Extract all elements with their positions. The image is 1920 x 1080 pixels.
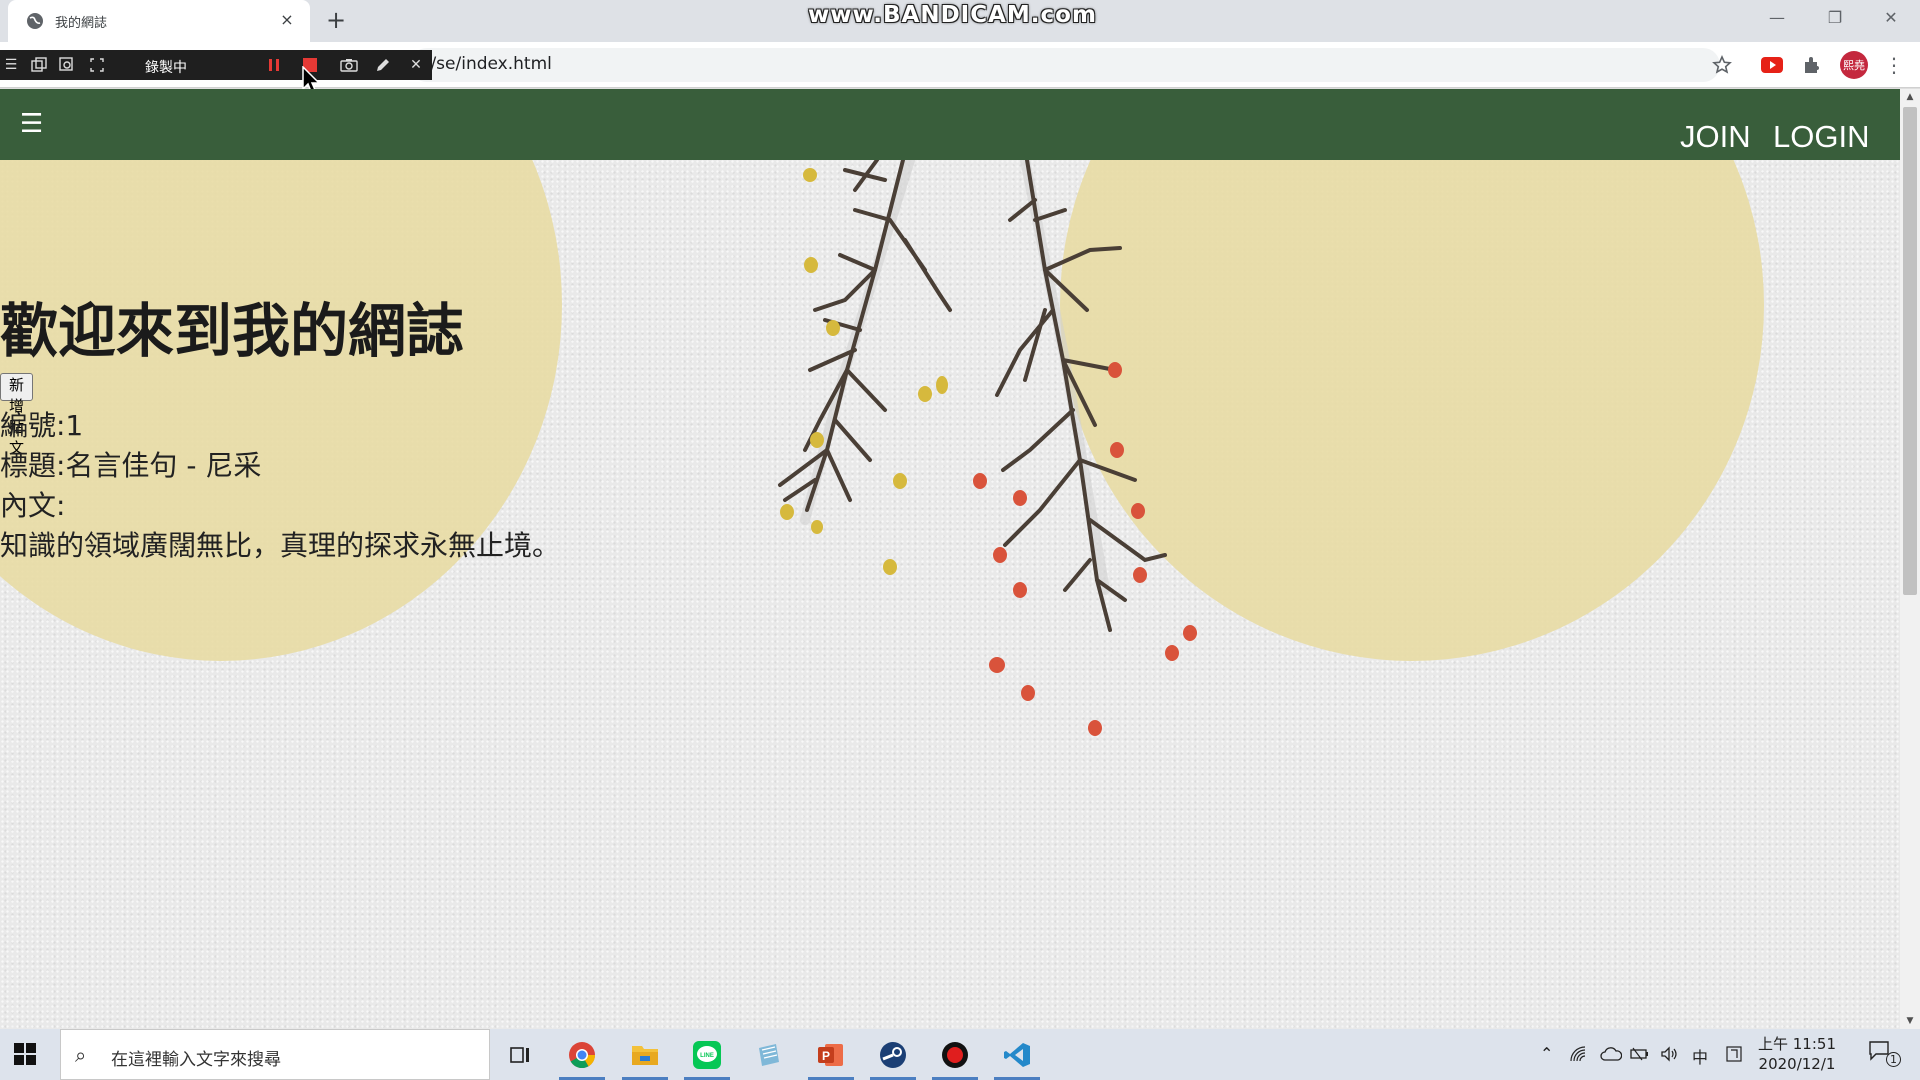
browser-tab[interactable]: 我的網誌 × (8, 0, 310, 42)
svg-text:P: P (822, 1049, 830, 1063)
tab-title: 我的網誌 (55, 16, 108, 31)
windows-taskbar: ⌕ 在這裡輸入文字來搜尋 LINE P ⌃ 中 上午 11:51 2020/12… (0, 1029, 1920, 1080)
tab-strip: 我的網誌 × + www.BANDICAM.com — ❐ ✕ (0, 0, 1920, 42)
onedrive-cloud-icon[interactable] (1600, 1047, 1622, 1061)
minimize-button[interactable]: — (1748, 0, 1806, 38)
url-text[interactable]: e/se/index.html (420, 54, 552, 74)
post-id: 編號:1 (0, 409, 84, 442)
clock-time: 上午 11:51 (1758, 1035, 1836, 1053)
site-navbar: ☰ JOIN LOGIN (0, 89, 1900, 160)
extensions-puzzle-icon[interactable] (1798, 51, 1826, 79)
battery-power-icon[interactable] (1630, 1046, 1650, 1062)
network-icon[interactable] (1570, 1046, 1588, 1062)
ime-indicator[interactable]: 中 (1692, 1044, 1708, 1068)
chrome-menu-icon[interactable]: ⋮ (1880, 51, 1908, 79)
login-link[interactable]: LOGIN (1773, 119, 1869, 155)
recording-status: 錄製中 (145, 60, 187, 76)
fullscreen-mode-icon[interactable] (84, 50, 110, 80)
new-tab-button[interactable]: + (322, 7, 350, 35)
globe-icon (27, 13, 43, 29)
address-bar[interactable] (410, 48, 1720, 82)
bandicam-icon[interactable] (930, 1029, 980, 1080)
line-icon[interactable]: LINE (682, 1029, 732, 1080)
pencil-icon[interactable] (370, 50, 396, 80)
search-placeholder: 在這裡輸入文字來搜尋 (111, 1050, 281, 1070)
new-post-button[interactable]: 新增貼文 (0, 373, 34, 457)
svg-text:LINE: LINE (700, 1053, 714, 1059)
window-mode-icon[interactable] (26, 50, 52, 80)
page-viewport: ☰ JOIN LOGIN 歡迎來到我的網誌 新增貼文 編號:1 標題:名言佳句 … (0, 89, 1900, 1029)
windows-start-icon[interactable] (14, 1043, 36, 1065)
task-view-icon[interactable] (495, 1029, 545, 1080)
region-mode-icon[interactable] (54, 50, 80, 80)
vscode-icon[interactable] (992, 1029, 1042, 1080)
notification-badge: 1 (1886, 1052, 1901, 1067)
chrome-icon[interactable] (557, 1029, 607, 1080)
bookmark-star-icon[interactable] (1708, 51, 1736, 79)
powerpoint-icon[interactable]: P (806, 1029, 856, 1080)
taskbar-search-input[interactable]: ⌕ 在這裡輸入文字來搜尋 (60, 1029, 490, 1080)
action-center-icon[interactable]: 1 (1868, 1040, 1902, 1070)
menu-icon[interactable]: ☰ (0, 50, 22, 80)
post-body-label: 內文: (0, 489, 66, 522)
close-icon[interactable]: ✕ (404, 50, 428, 80)
window-close-button[interactable]: ✕ (1862, 0, 1920, 38)
show-hidden-icons-icon[interactable]: ⌃ (1540, 1044, 1553, 1063)
post-title: 標題:名言佳句 - 尼采 (0, 449, 262, 482)
restore-button[interactable]: ❐ (1806, 0, 1864, 38)
join-link[interactable]: JOIN (1680, 119, 1751, 155)
page-scrollbar[interactable]: ▲ ▼ (1900, 89, 1920, 1029)
camera-icon[interactable] (336, 50, 362, 80)
profile-avatar[interactable]: 熙堯 (1840, 51, 1868, 79)
scroll-up-arrow-icon[interactable]: ▲ (1900, 89, 1920, 105)
search-icon: ⌕ (75, 1043, 87, 1067)
recorder-watermark: www.BANDICAM.com (808, 2, 1097, 28)
hanging-branches-illustration (778, 160, 1197, 736)
recorder-toolbar: ☰ 錄製中 ✕ (0, 50, 432, 80)
scrollbar-thumb[interactable] (1903, 107, 1917, 595)
steam-icon[interactable] (868, 1029, 918, 1080)
notepad-icon[interactable] (744, 1029, 794, 1080)
decorative-circle-left (0, 89, 562, 661)
tab-close-button[interactable]: × (276, 9, 298, 31)
system-clock[interactable]: 上午 11:51 2020/12/1 (1758, 1034, 1836, 1074)
speaker-volume-icon[interactable] (1660, 1046, 1678, 1062)
youtube-extension-icon[interactable] (1758, 51, 1786, 79)
scroll-down-arrow-icon[interactable]: ▼ (1900, 1013, 1920, 1029)
hamburger-menu-icon[interactable]: ☰ (20, 109, 43, 139)
post-body-text: 知識的領域廣闊無比，真理的探求永無止境。 (0, 529, 561, 562)
pause-icon[interactable] (262, 50, 286, 80)
ime-mode-icon[interactable] (1726, 1046, 1742, 1062)
clock-date: 2020/12/1 (1758, 1055, 1836, 1073)
page-title: 歡迎來到我的網誌 (0, 297, 465, 365)
file-explorer-icon[interactable] (620, 1029, 670, 1080)
